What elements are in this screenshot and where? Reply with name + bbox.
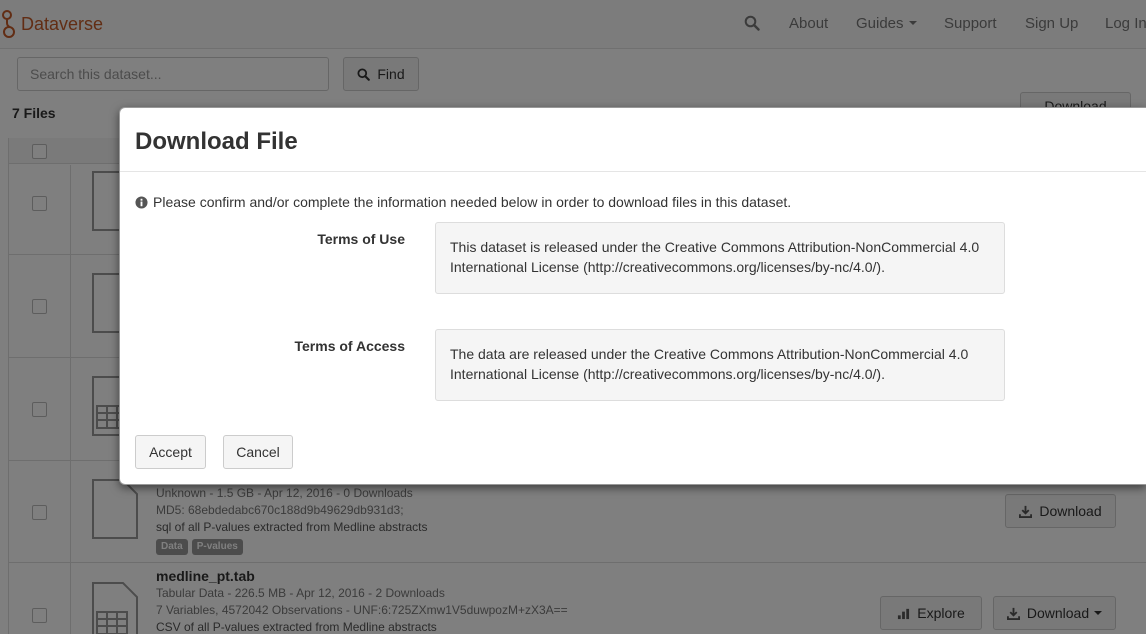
info-circle-icon xyxy=(135,195,148,209)
terms-of-use-label: Terms of Use xyxy=(317,231,405,247)
modal-info-text: Please confirm and/or complete the infor… xyxy=(153,194,792,210)
terms-of-use-text: This dataset is released under the Creat… xyxy=(435,222,1005,294)
terms-of-access-label: Terms of Access xyxy=(294,338,406,354)
terms-of-access-text: The data are released under the Creative… xyxy=(435,329,1005,401)
cancel-button[interactable]: Cancel xyxy=(223,435,293,469)
modal-info: Please confirm and/or complete the infor… xyxy=(135,194,791,210)
modal-title: Download File xyxy=(135,128,298,155)
accept-button[interactable]: Accept xyxy=(135,435,206,469)
modal-header: Download File xyxy=(120,108,1146,172)
download-file-modal: Download File Please confirm and/or comp… xyxy=(119,107,1146,485)
